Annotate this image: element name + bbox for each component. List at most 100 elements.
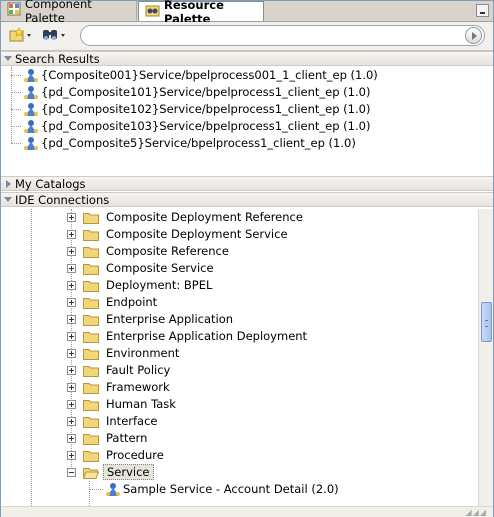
tree-node[interactable]: Composite Service: [1, 260, 478, 277]
folder-icon: [83, 347, 99, 360]
expand-icon[interactable]: [67, 451, 76, 460]
tree-node[interactable]: Enterprise Application Deployment: [1, 328, 478, 345]
binoculars-folder-icon: [145, 3, 160, 20]
section-title: My Catalogs: [15, 176, 86, 191]
tab-strip: Component Palette Resource Palette: [1, 0, 493, 26]
expand-icon[interactable]: [67, 213, 76, 222]
toolbar: [1, 22, 493, 51]
expand-icon[interactable]: [67, 281, 76, 290]
binoculars-icon: [41, 27, 71, 46]
tree-node[interactable]: Enterprise Application: [1, 311, 478, 328]
expand-icon[interactable]: [67, 332, 76, 341]
tree-node[interactable]: Procedure: [1, 447, 478, 464]
resize-grip-icon[interactable]: ◢◢◢: [466, 508, 487, 517]
folder-icon: [83, 415, 99, 428]
expand-icon[interactable]: [67, 400, 76, 409]
expand-icon[interactable]: [67, 383, 76, 392]
expand-icon[interactable]: [67, 315, 76, 324]
folder-icon: [83, 432, 99, 445]
expand-triangle-icon: [5, 179, 11, 188]
folder-icon: [83, 296, 99, 309]
tree-node-label: Pattern: [106, 431, 148, 445]
folder-icon: [83, 262, 99, 275]
service-person-icon: [23, 136, 39, 154]
result-label: {pd_Composite101}Service/bpelprocess1_cl…: [41, 85, 371, 99]
vertical-scrollbar[interactable]: [478, 209, 493, 506]
tree-node-label: Fault Policy: [106, 363, 171, 377]
result-label: {pd_Composite102}Service/bpelprocess1_cl…: [41, 102, 371, 116]
tab-component-palette[interactable]: Component Palette: [1, 0, 137, 25]
expand-icon[interactable]: [67, 298, 76, 307]
resource-palette-window: Component Palette Resource Palette Searc…: [0, 0, 494, 517]
search-options-button[interactable]: [41, 27, 71, 45]
expand-icon[interactable]: [67, 230, 76, 239]
go-button[interactable]: [465, 27, 482, 44]
result-label: {Composite001}Service/bpelprocess001_1_c…: [41, 68, 378, 82]
tree-node-label: Framework: [106, 380, 170, 394]
expand-icon[interactable]: [67, 264, 76, 273]
tree-node-label: Human Task: [106, 397, 176, 411]
folder-icon: [83, 449, 99, 462]
result-label: {pd_Composite5}Service/bpelprocess1_clie…: [41, 136, 356, 150]
tree-node[interactable]: Framework: [1, 379, 478, 396]
tree-node-label: Environment: [106, 346, 180, 360]
folder-icon: [83, 313, 99, 326]
collapse-icon[interactable]: [67, 468, 76, 477]
folder-icon: [83, 381, 99, 394]
tree-node-label: Sample Service - Account Detail (2.0): [123, 482, 339, 496]
service-person-icon: [105, 482, 121, 500]
folder-icon: [83, 228, 99, 241]
tree-node[interactable]: Interface: [1, 413, 478, 430]
folder-icon: [83, 245, 99, 258]
folder-icon: [83, 364, 99, 377]
expand-icon[interactable]: [67, 349, 76, 358]
expand-icon[interactable]: [67, 247, 76, 256]
tab-resource-palette[interactable]: Resource Palette: [138, 0, 264, 26]
service-person-icon: [23, 102, 39, 120]
expand-icon[interactable]: [67, 434, 76, 443]
grid-palette-icon: [7, 2, 21, 19]
bottom-edge: ◢◢◢: [1, 506, 493, 517]
scrollbar-thumb[interactable]: [481, 302, 492, 342]
tree-node[interactable]: Pattern: [1, 430, 478, 447]
tree-node[interactable]: Endpoint: [1, 294, 478, 311]
tree-node[interactable]: Fault Policy: [1, 362, 478, 379]
tree-node-selected[interactable]: Service: [1, 464, 478, 481]
result-label: {pd_Composite103}Service/bpelprocess1_cl…: [41, 119, 371, 133]
collapse-triangle-icon: [4, 197, 12, 202]
expand-icon[interactable]: [67, 417, 76, 426]
collapse-triangle-icon: [4, 56, 12, 61]
section-title: Search Results: [15, 51, 100, 66]
service-person-icon: [23, 68, 39, 86]
tree-node[interactable]: Human Task: [1, 396, 478, 413]
new-connection-button[interactable]: [9, 26, 33, 46]
tree-node-label: Endpoint: [106, 295, 158, 309]
section-title: IDE Connections: [15, 192, 110, 207]
minimize-button[interactable]: [476, 4, 489, 17]
tree-node[interactable]: Composite Deployment Reference: [1, 209, 478, 226]
folder-icon: [83, 211, 99, 224]
tree-node[interactable]: Deployment: BPEL: [1, 277, 478, 294]
expand-icon[interactable]: [67, 366, 76, 375]
search-results-header[interactable]: Search Results: [1, 51, 493, 66]
service-person-icon: [23, 119, 39, 137]
ide-connections-tree: Composite Deployment Reference Composite…: [1, 209, 478, 506]
search-input[interactable]: [80, 25, 485, 46]
tree-node[interactable]: Environment: [1, 345, 478, 362]
folder-icon: [83, 398, 99, 411]
service-person-icon: [23, 85, 39, 103]
new-folder-star-icon: [9, 26, 33, 46]
tree-node-label: Enterprise Application: [106, 312, 234, 326]
search-results-list: {Composite001}Service/bpelprocess001_1_c…: [1, 67, 493, 175]
tree-node-label: Composite Deployment Service: [106, 227, 288, 241]
go-arrow-icon: [472, 31, 477, 40]
my-catalogs-header[interactable]: My Catalogs: [1, 176, 493, 191]
tree-node[interactable]: Sample Service - Account Detail (2.0): [1, 481, 478, 498]
ide-connections-header[interactable]: IDE Connections: [1, 192, 493, 207]
tree-node-label: Composite Service: [106, 261, 214, 275]
tree-node-label: Deployment: BPEL: [106, 278, 213, 292]
tree-node[interactable]: Composite Deployment Service: [1, 226, 478, 243]
tree-node-label: Composite Deployment Reference: [106, 210, 303, 224]
tree-node-label: Interface: [106, 414, 158, 428]
tree-node[interactable]: Composite Reference: [1, 243, 478, 260]
